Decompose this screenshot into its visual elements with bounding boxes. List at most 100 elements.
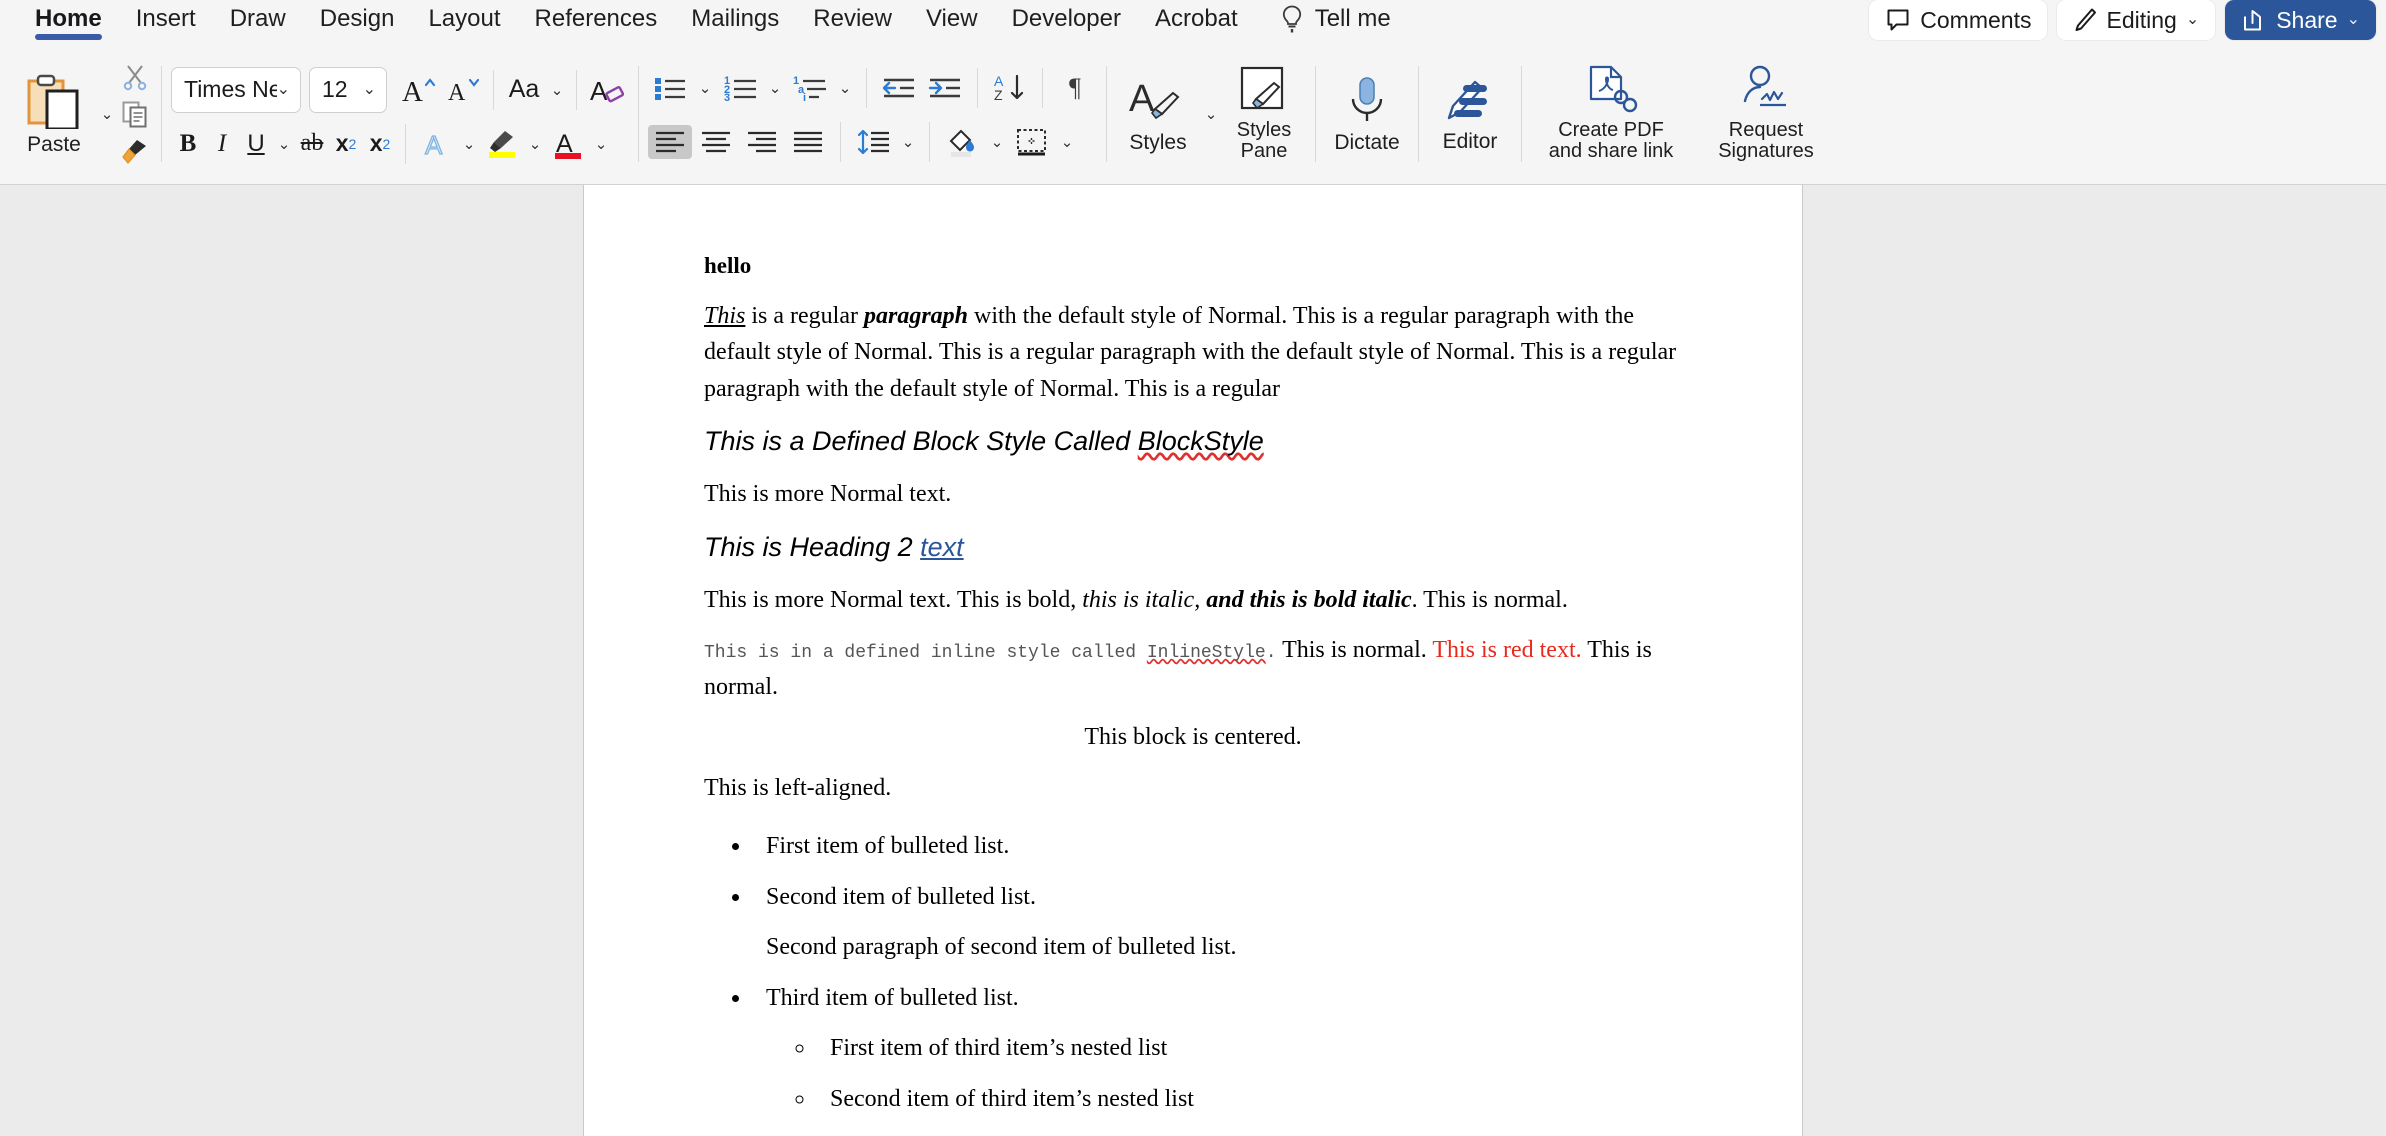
highlight-chevron-down-icon[interactable]: ⌄: [524, 127, 546, 161]
bold-button[interactable]: B: [171, 127, 205, 161]
show-formatting-marks-button[interactable]: ¶: [1053, 71, 1097, 105]
editing-button[interactable]: Editing ⌄: [2057, 0, 2216, 40]
font-name-select[interactable]: Times New... ⌄: [171, 66, 301, 113]
strikethrough-button[interactable]: ab: [295, 127, 329, 161]
subscript-sup: 2: [348, 135, 357, 152]
tab-view[interactable]: View: [909, 0, 995, 34]
document-body[interactable]: hello This is a regular paragraph with t…: [584, 185, 1802, 1136]
tab-acrobat[interactable]: Acrobat: [1138, 0, 1255, 34]
create-pdf-button[interactable]: Create PDF and share link: [1531, 54, 1691, 174]
heading2-underlined-word: text: [920, 531, 964, 562]
document-canvas[interactable]: hello This is a regular paragraph with t…: [0, 185, 2386, 1136]
acrobat-group: Create PDF and share link Request Signat…: [1531, 44, 1841, 184]
tab-references[interactable]: References: [518, 0, 675, 34]
tab-mailings[interactable]: Mailings: [674, 0, 796, 34]
grow-font-button[interactable]: A: [397, 73, 441, 107]
clear-formatting-button[interactable]: A: [585, 73, 629, 107]
italic-button[interactable]: I: [205, 127, 239, 161]
tab-review[interactable]: Review: [796, 0, 909, 34]
share-button[interactable]: Share ⌄: [2225, 0, 2376, 40]
borders-icon: [1015, 127, 1049, 157]
bulleted-list-icon: [653, 74, 687, 102]
borders-button[interactable]: [1010, 125, 1054, 159]
align-left-button[interactable]: [648, 125, 692, 159]
paste-dropdown-chevron-down-icon[interactable]: ⌄: [96, 97, 118, 131]
highlight-button[interactable]: [480, 127, 524, 161]
bullets-chevron-down-icon[interactable]: ⌄: [694, 71, 716, 105]
multilevel-list-button[interactable]: 1ai: [788, 71, 832, 105]
decrease-indent-icon: [882, 74, 916, 102]
window-actions: Comments Editing ⌄ Share ⌄: [1869, 0, 2376, 40]
underline-chevron-down-icon[interactable]: ⌄: [273, 127, 295, 161]
divider: [1042, 68, 1043, 108]
decrease-indent-button[interactable]: [877, 71, 921, 105]
subscript-button[interactable]: x2: [329, 127, 363, 161]
borders-chevron-down-icon[interactable]: ⌄: [1056, 125, 1078, 159]
comment-bubble-icon: [1885, 7, 1911, 33]
superscript-button[interactable]: x2: [363, 127, 397, 161]
styles-chevron-down-icon[interactable]: ⌄: [1200, 97, 1222, 131]
font-color-chevron-down-icon[interactable]: ⌄: [590, 127, 612, 161]
highlighter-icon: [485, 128, 519, 160]
styles-button[interactable]: A Styles: [1116, 54, 1200, 174]
numbering-button[interactable]: 123: [718, 71, 762, 105]
change-case-label: Aa: [508, 75, 540, 103]
tab-layout[interactable]: Layout: [411, 0, 517, 34]
cut-button[interactable]: [118, 62, 152, 92]
styles-pane-button[interactable]: Styles Pane: [1222, 54, 1306, 174]
dictate-button[interactable]: Dictate: [1325, 54, 1409, 174]
document-left-aligned-paragraph: This is left-aligned.: [704, 774, 892, 801]
text-effects-chevron-down-icon[interactable]: ⌄: [458, 127, 480, 161]
bullets-button[interactable]: [648, 71, 692, 105]
increase-indent-button[interactable]: [923, 71, 967, 105]
clear-formatting-icon: A: [590, 74, 624, 106]
change-case-chevron-down-icon[interactable]: ⌄: [546, 73, 568, 107]
numbering-chevron-down-icon[interactable]: ⌄: [764, 71, 786, 105]
divider: [576, 69, 577, 110]
font-color-button[interactable]: A: [546, 127, 590, 161]
svg-text:A: A: [1129, 78, 1155, 120]
align-center-button[interactable]: [694, 125, 738, 159]
paste-button[interactable]: Paste: [12, 54, 96, 174]
list-item: Second item of bulleted list. Second par…: [752, 879, 1682, 966]
comments-button[interactable]: Comments: [1869, 0, 2048, 40]
font-group: Times New... ⌄ 12 ⌄ A A: [171, 44, 629, 184]
document-heading-2: This is Heading 2 text: [704, 527, 1682, 568]
para3-b: . This is normal.: [1411, 586, 1568, 613]
pdf-link-icon: [1583, 65, 1639, 115]
request-signatures-button[interactable]: Request Signatures: [1691, 54, 1841, 174]
format-painter-button[interactable]: [118, 136, 152, 166]
change-case-button[interactable]: Aa: [502, 73, 546, 107]
divider: [929, 122, 930, 162]
align-right-button[interactable]: [740, 125, 784, 159]
shading-button[interactable]: [940, 125, 984, 159]
tab-draw[interactable]: Draw: [213, 0, 303, 34]
tab-insert[interactable]: Insert: [119, 0, 213, 34]
underline-button[interactable]: U: [239, 127, 273, 161]
document-paragraph-4: This is in a defined inline style called…: [704, 632, 1682, 705]
multilevel-chevron-down-icon[interactable]: ⌄: [834, 71, 856, 105]
editor-button[interactable]: Editor: [1428, 54, 1512, 174]
tell-me-button[interactable]: Tell me: [1255, 0, 1405, 34]
text-effects-button[interactable]: A: [414, 127, 458, 161]
shading-chevron-down-icon[interactable]: ⌄: [986, 125, 1008, 159]
line-spacing-chevron-down-icon[interactable]: ⌄: [897, 125, 919, 159]
line-spacing-button[interactable]: [851, 125, 895, 159]
svg-text:Z: Z: [994, 87, 1003, 103]
tab-design[interactable]: Design: [303, 0, 412, 34]
create-pdf-label-line2: and share link: [1548, 140, 1674, 162]
group-divider: [1315, 66, 1316, 162]
shrink-font-button[interactable]: A: [441, 73, 485, 107]
justify-button[interactable]: [786, 125, 830, 159]
clipboard-small-buttons: [118, 54, 152, 174]
copy-button[interactable]: [118, 99, 152, 129]
para3-italic: this is italic,: [1082, 586, 1207, 613]
font-size-select[interactable]: 12 ⌄: [309, 66, 387, 113]
tab-home[interactable]: Home: [18, 0, 119, 40]
sort-button[interactable]: AZ: [988, 71, 1032, 105]
chevron-down-icon: ⌄: [2346, 11, 2360, 28]
subscript-label: x: [335, 130, 349, 156]
document-page[interactable]: hello This is a regular paragraph with t…: [583, 185, 1803, 1136]
tab-developer[interactable]: Developer: [995, 0, 1138, 34]
format-painter-icon: [120, 137, 150, 165]
